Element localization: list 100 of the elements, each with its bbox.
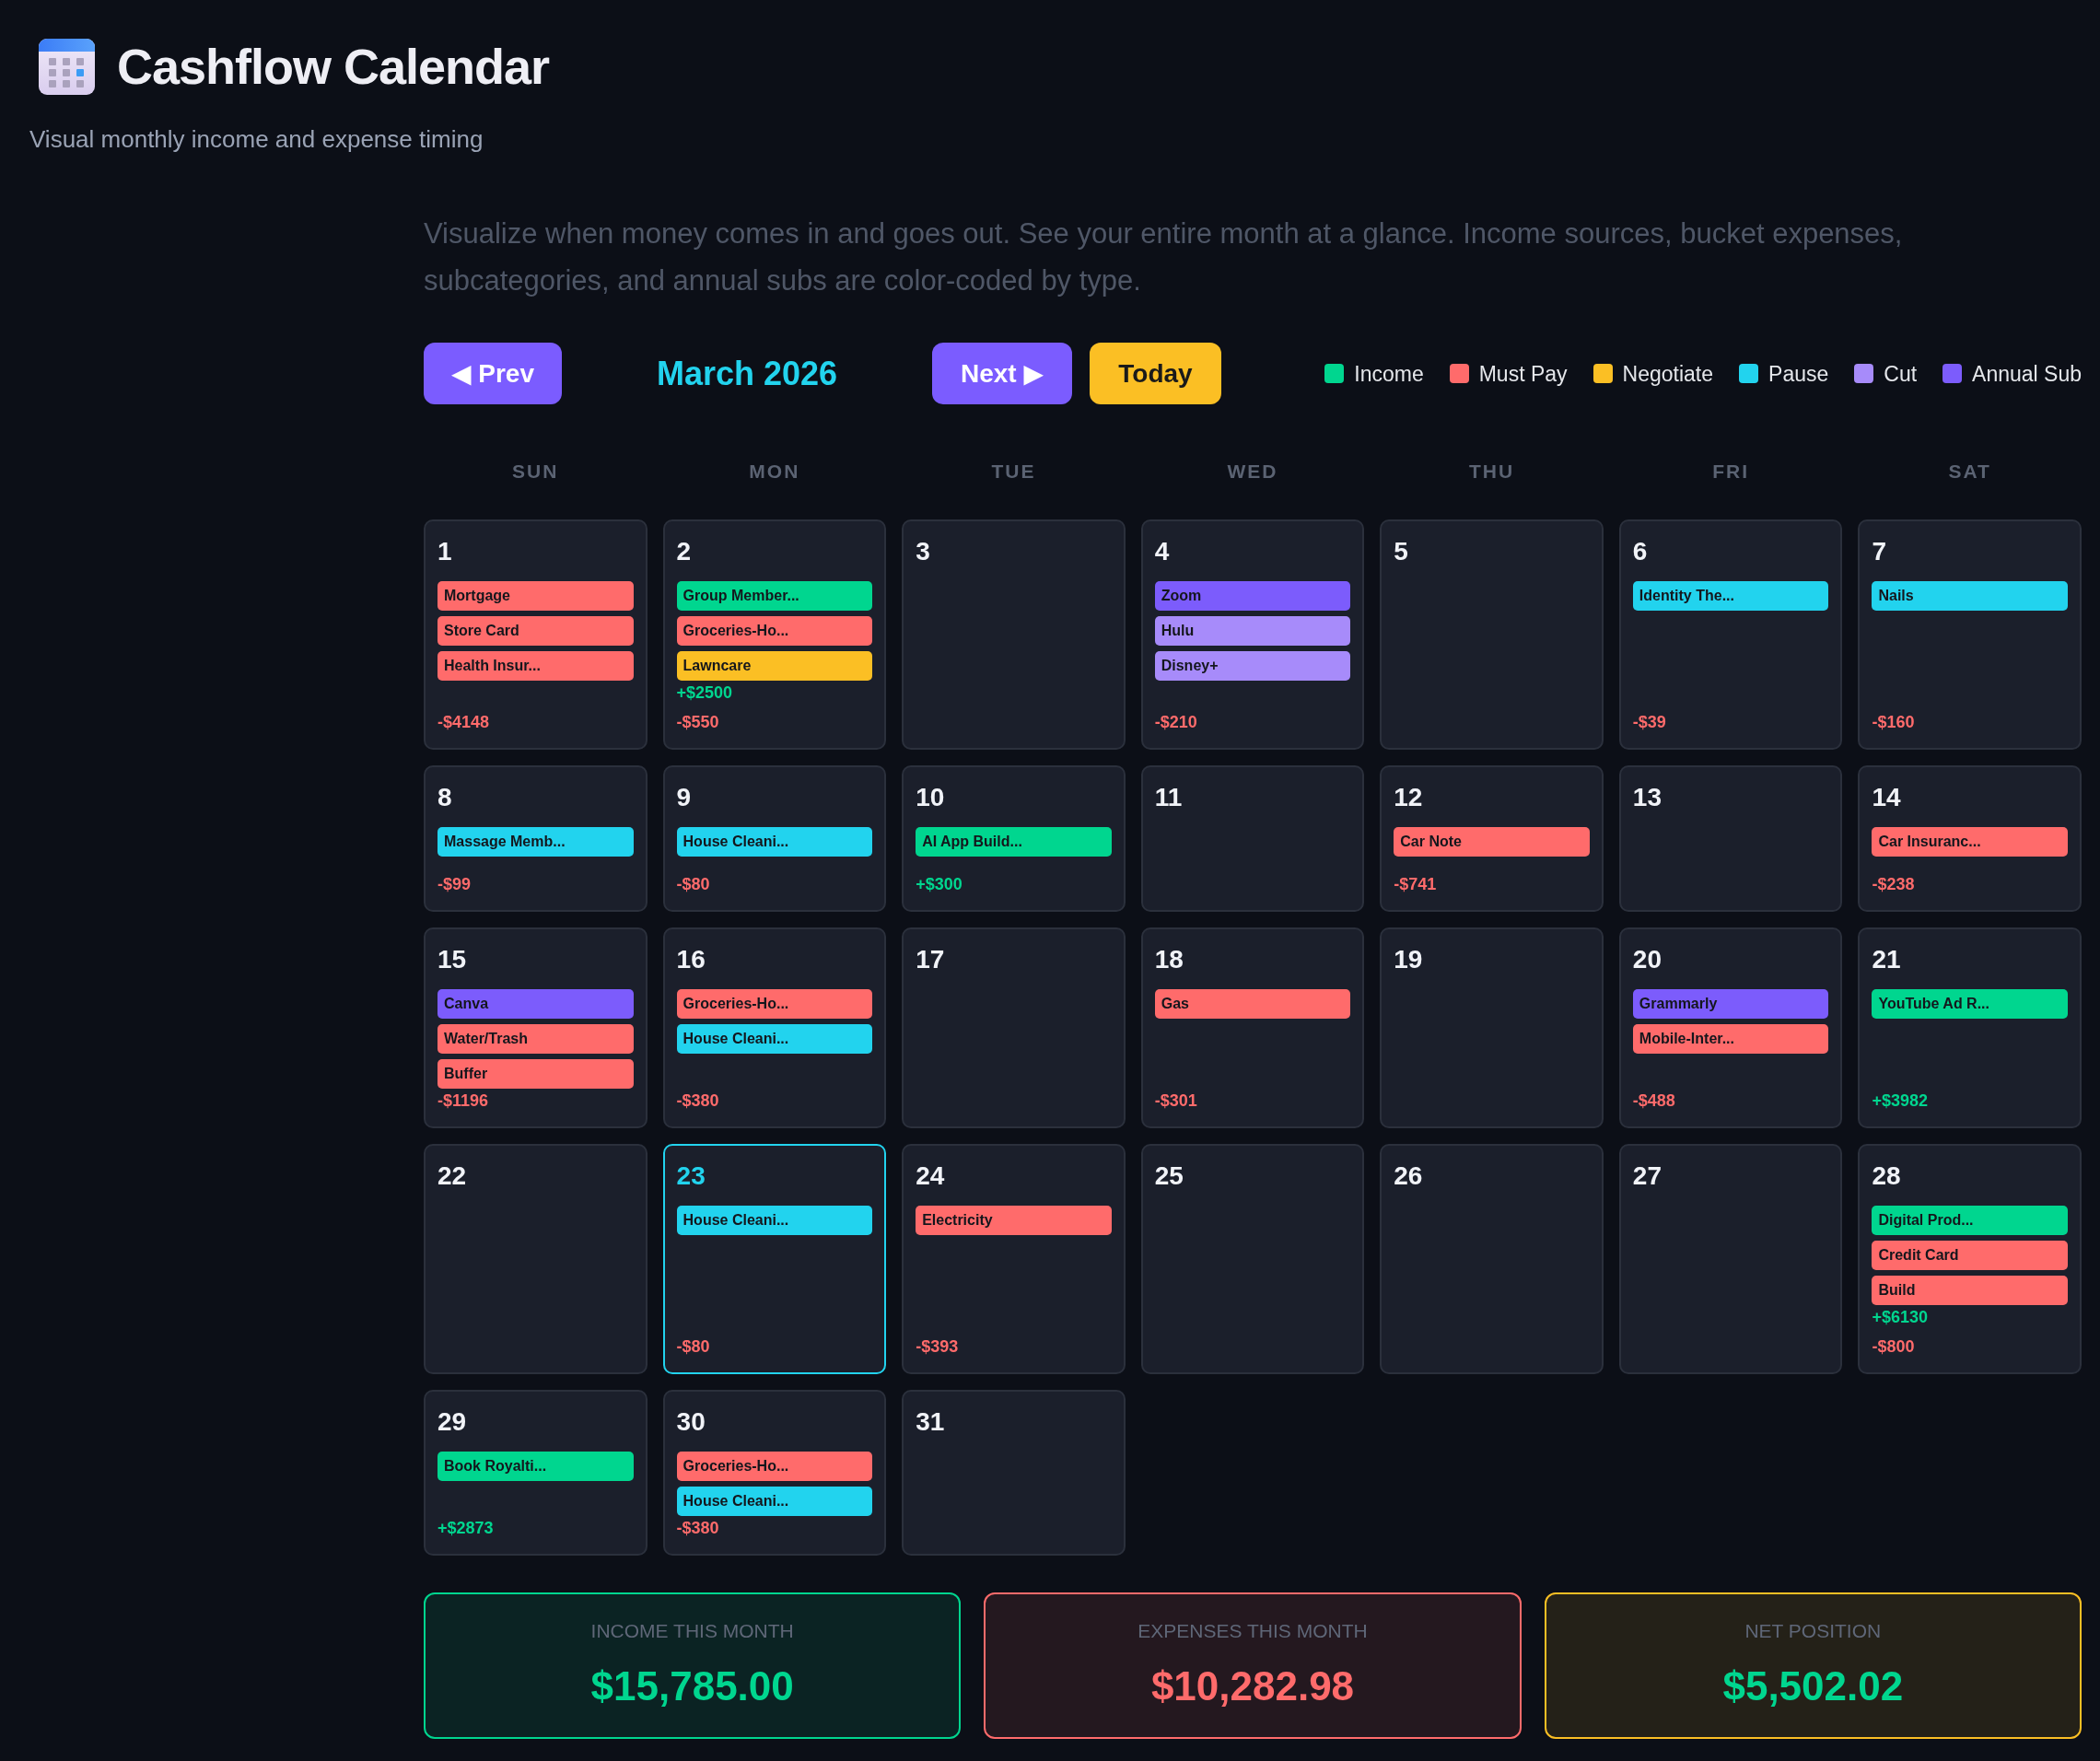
expense-amount: -$99 bbox=[438, 874, 472, 895]
day-number: 18 bbox=[1154, 944, 1184, 975]
expense-amount: -$800 bbox=[1872, 1336, 1915, 1358]
summary-label: INCOME THIS MONTH bbox=[590, 1619, 794, 1643]
day-number: 31 bbox=[916, 1406, 945, 1438]
expense-amount: -$39 bbox=[1632, 712, 1666, 733]
expense-amount: -$80 bbox=[676, 1336, 710, 1358]
income-amount: +$6130 bbox=[1872, 1307, 1928, 1328]
legend-label: Annual Sub bbox=[1972, 360, 2082, 388]
entry-chip[interactable]: Group Member... bbox=[676, 581, 873, 611]
day-number: 9 bbox=[676, 782, 692, 813]
day-number: 6 bbox=[1632, 536, 1648, 567]
day-number: 23 bbox=[676, 1160, 706, 1192]
entry-chip[interactable]: House Cleani... bbox=[676, 827, 873, 857]
entry-chip[interactable]: Canva bbox=[438, 989, 634, 1019]
day-number: 4 bbox=[1154, 536, 1170, 567]
day-number: 15 bbox=[438, 944, 467, 975]
page-subtitle: Visual monthly income and expense timing bbox=[29, 124, 484, 154]
entry-chip[interactable]: House Cleani... bbox=[676, 1487, 873, 1516]
day-number: 19 bbox=[1394, 944, 1423, 975]
summary-label: NET POSITION bbox=[1744, 1619, 1882, 1643]
page-description: Visualize when money comes in and goes out. See your entire month at a glance. Income sources, bucket expenses, subcategories, and annual subs are color-coded by type. bbox=[424, 216, 1904, 298]
entry-chip[interactable]: Health Insur... bbox=[438, 651, 634, 681]
day-number: 7 bbox=[1872, 536, 1886, 567]
entry-chip[interactable]: Hulu bbox=[1154, 616, 1351, 646]
entry-chip[interactable]: Water/Trash bbox=[438, 1024, 634, 1054]
day-number: 13 bbox=[1632, 782, 1662, 813]
legend-label: Pause bbox=[1768, 360, 1829, 388]
entry-chip[interactable]: Credit Card bbox=[1872, 1241, 2068, 1270]
day-number: 27 bbox=[1632, 1160, 1662, 1192]
income-amount: +$300 bbox=[916, 874, 962, 895]
entry-chip[interactable]: Massage Memb... bbox=[438, 827, 634, 857]
entry-chip[interactable]: Buffer bbox=[438, 1059, 634, 1089]
entry-chip[interactable]: Identity The... bbox=[1632, 581, 1829, 611]
entry-chip[interactable]: Lawncare bbox=[676, 651, 873, 681]
day-number: 14 bbox=[1872, 782, 1901, 813]
weekday-header: WED bbox=[1227, 460, 1278, 484]
income-amount: +$2873 bbox=[438, 1518, 494, 1539]
day-number: 20 bbox=[1632, 944, 1662, 975]
entry-chip[interactable]: Nails bbox=[1872, 581, 2068, 611]
today-button[interactable]: Today bbox=[1090, 343, 1221, 404]
expense-amount: -$380 bbox=[676, 1518, 719, 1539]
calendar-icon bbox=[39, 38, 95, 95]
summary-label: EXPENSES THIS MONTH bbox=[1138, 1619, 1368, 1643]
expense-amount: -$741 bbox=[1394, 874, 1437, 895]
entry-chip[interactable]: Mobile-Inter... bbox=[1632, 1024, 1829, 1054]
entry-chip[interactable]: House Cleani... bbox=[676, 1024, 873, 1054]
entry-chip[interactable]: Groceries-Ho... bbox=[676, 1452, 873, 1481]
entry-chip[interactable]: Groceries-Ho... bbox=[676, 989, 873, 1019]
expense-amount: -$210 bbox=[1154, 712, 1197, 733]
entry-chip[interactable]: Car Note bbox=[1394, 827, 1590, 857]
expense-amount: -$393 bbox=[916, 1336, 959, 1358]
entry-chip[interactable]: Store Card bbox=[438, 616, 634, 646]
weekday-header: TUE bbox=[991, 460, 1036, 484]
day-number: 26 bbox=[1394, 1160, 1423, 1192]
entry-chip[interactable]: YouTube Ad R... bbox=[1872, 989, 2068, 1019]
expense-amount: -$160 bbox=[1872, 712, 1915, 733]
day-number: 8 bbox=[438, 782, 452, 813]
day-number: 25 bbox=[1154, 1160, 1184, 1192]
page-title: Cashflow Calendar bbox=[117, 38, 550, 96]
expense-amount: -$238 bbox=[1872, 874, 1915, 895]
entry-chip[interactable]: AI App Build... bbox=[916, 827, 1112, 857]
day-number: 12 bbox=[1394, 782, 1423, 813]
day-number: 3 bbox=[916, 536, 930, 567]
entry-chip[interactable]: House Cleani... bbox=[676, 1206, 873, 1235]
next-button[interactable]: Next ▶ bbox=[932, 343, 1072, 404]
day-number: 5 bbox=[1394, 536, 1408, 567]
entry-chip[interactable]: Digital Prod... bbox=[1872, 1206, 2068, 1235]
entry-chip[interactable]: Build bbox=[1872, 1276, 2068, 1305]
weekday-header: SUN bbox=[512, 460, 559, 484]
expense-amount: -$301 bbox=[1154, 1090, 1197, 1112]
entry-chip[interactable]: Book Royalti... bbox=[438, 1452, 634, 1481]
weekday-header: MON bbox=[749, 460, 800, 484]
weekday-header: SAT bbox=[1948, 460, 1991, 484]
expense-amount: -$80 bbox=[676, 874, 710, 895]
income-amount: +$3982 bbox=[1872, 1090, 1928, 1112]
entry-chip[interactable]: Zoom bbox=[1154, 581, 1351, 611]
weekday-header: THU bbox=[1468, 460, 1515, 484]
day-number: 2 bbox=[676, 536, 692, 567]
prev-button[interactable]: ◀ Prev bbox=[424, 343, 562, 404]
day-number: 24 bbox=[916, 1160, 945, 1192]
summary-value: $5,502.02 bbox=[1722, 1662, 1904, 1710]
day-number: 21 bbox=[1872, 944, 1901, 975]
month-title: March 2026 bbox=[656, 353, 838, 394]
day-number: 22 bbox=[438, 1160, 467, 1192]
entry-chip[interactable]: Gas bbox=[1154, 989, 1351, 1019]
entry-chip[interactable]: Mortgage bbox=[438, 581, 634, 611]
day-number: 29 bbox=[438, 1406, 467, 1438]
day-number: 30 bbox=[676, 1406, 706, 1438]
weekday-header: FRI bbox=[1712, 460, 1750, 484]
entry-chip[interactable]: Groceries-Ho... bbox=[676, 616, 873, 646]
entry-chip[interactable]: Grammarly bbox=[1632, 989, 1829, 1019]
income-amount: +$2500 bbox=[676, 682, 733, 704]
legend-label: Must Pay bbox=[1478, 360, 1568, 388]
day-number: 17 bbox=[916, 944, 945, 975]
entry-chip[interactable]: Disney+ bbox=[1154, 651, 1351, 681]
entry-chip[interactable]: Car Insuranc... bbox=[1872, 827, 2068, 857]
legend-label: Income bbox=[1354, 360, 1424, 388]
day-number: 11 bbox=[1154, 782, 1183, 813]
entry-chip[interactable]: Electricity bbox=[916, 1206, 1112, 1235]
